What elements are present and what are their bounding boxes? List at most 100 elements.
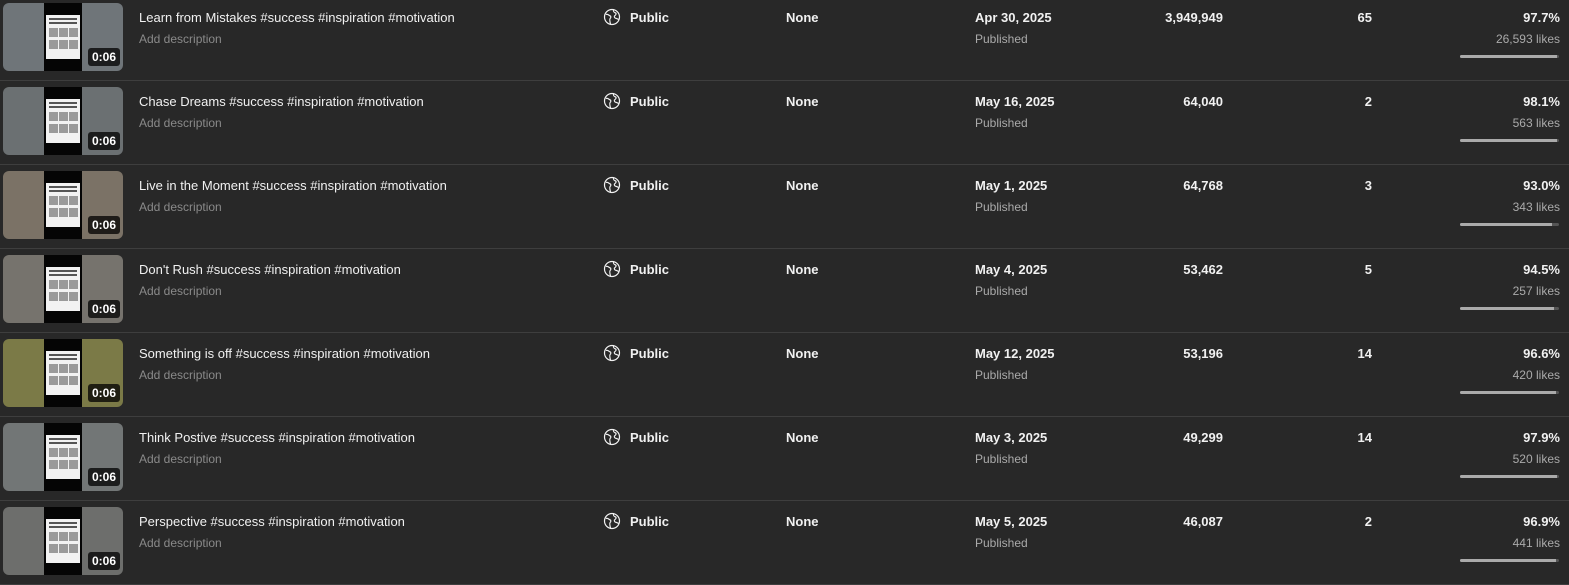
views-count: 49,299 xyxy=(1183,430,1223,445)
thumbnail-frame xyxy=(44,423,82,491)
publish-status: Published xyxy=(975,116,1028,130)
restrictions-value: None xyxy=(786,346,819,361)
publish-status: Published xyxy=(975,536,1028,550)
comments-count: 14 xyxy=(1357,430,1372,445)
add-description-link[interactable]: Add description xyxy=(139,367,222,383)
video-title[interactable]: Chase Dreams #success #inspiration #moti… xyxy=(139,94,424,110)
thumbnail-poster xyxy=(46,351,80,395)
visibility-label[interactable]: Public xyxy=(630,178,669,194)
publish-date: May 3, 2025 xyxy=(975,430,1048,445)
like-percentage: 97.9% xyxy=(1523,430,1560,445)
publish-status: Published xyxy=(975,284,1028,298)
video-row[interactable]: 0:06 Don't Rush #success #inspiration #m… xyxy=(0,249,1569,333)
thumbnail-poster xyxy=(46,99,80,143)
likes-count: 420 likes xyxy=(1512,368,1560,382)
video-duration: 0:06 xyxy=(87,384,120,402)
video-title[interactable]: Perspective #success #inspiration #motiv… xyxy=(139,514,405,530)
video-duration: 0:06 xyxy=(87,468,120,486)
thumbnail-poster xyxy=(46,183,80,227)
video-row[interactable]: 0:06 Learn from Mistakes #success #inspi… xyxy=(0,0,1569,81)
video-duration: 0:06 xyxy=(87,216,120,234)
add-description-link[interactable]: Add description xyxy=(139,535,222,551)
publish-status: Published xyxy=(975,32,1028,46)
video-title[interactable]: Think Postive #success #inspiration #mot… xyxy=(139,430,415,446)
publish-date: May 12, 2025 xyxy=(975,346,1055,361)
thumbnail-frame xyxy=(44,255,82,323)
likes-count: 26,593 likes xyxy=(1495,32,1560,46)
comments-count: 5 xyxy=(1364,262,1372,277)
video-row[interactable]: 0:06 Think Postive #success #inspiration… xyxy=(0,417,1569,501)
like-percentage: 97.7% xyxy=(1523,10,1560,25)
likes-count: 441 likes xyxy=(1512,536,1560,550)
like-ratio-bar xyxy=(1460,223,1559,226)
thumbnail-frame xyxy=(44,339,82,407)
like-percentage: 98.1% xyxy=(1523,94,1560,109)
like-ratio-fill xyxy=(1460,55,1557,58)
like-percentage: 96.6% xyxy=(1523,346,1560,361)
comments-count: 2 xyxy=(1364,94,1372,109)
add-description-link[interactable]: Add description xyxy=(139,451,222,467)
video-duration: 0:06 xyxy=(87,552,120,570)
video-thumbnail[interactable]: 0:06 xyxy=(3,3,123,71)
restrictions-value: None xyxy=(786,514,819,529)
restrictions-value: None xyxy=(786,10,819,25)
video-thumbnail[interactable]: 0:06 xyxy=(3,171,123,239)
globe-icon xyxy=(603,176,621,194)
publish-date: May 5, 2025 xyxy=(975,514,1048,529)
video-thumbnail[interactable]: 0:06 xyxy=(3,255,123,323)
video-table: 0:06 Learn from Mistakes #success #inspi… xyxy=(0,0,1569,585)
video-duration: 0:06 xyxy=(87,132,120,150)
globe-icon xyxy=(603,260,621,278)
likes-count: 520 likes xyxy=(1512,452,1560,466)
comments-count: 3 xyxy=(1364,178,1372,193)
publish-status: Published xyxy=(975,452,1028,466)
video-row[interactable]: 0:06 Perspective #success #inspiration #… xyxy=(0,501,1569,585)
globe-icon xyxy=(603,512,621,530)
visibility-label[interactable]: Public xyxy=(630,430,669,446)
comments-count: 65 xyxy=(1357,10,1372,25)
like-percentage: 94.5% xyxy=(1523,262,1560,277)
video-thumbnail[interactable]: 0:06 xyxy=(3,87,123,155)
like-ratio-bar xyxy=(1460,55,1559,58)
video-title[interactable]: Learn from Mistakes #success #inspiratio… xyxy=(139,10,455,26)
restrictions-value: None xyxy=(786,430,819,445)
globe-icon xyxy=(603,92,621,110)
video-thumbnail[interactable]: 0:06 xyxy=(3,423,123,491)
visibility-label[interactable]: Public xyxy=(630,10,669,26)
restrictions-value: None xyxy=(786,178,819,193)
video-row[interactable]: 0:06 Something is off #success #inspirat… xyxy=(0,333,1569,417)
add-description-link[interactable]: Add description xyxy=(139,199,222,215)
video-row[interactable]: 0:06 Chase Dreams #success #inspiration … xyxy=(0,81,1569,165)
views-count: 64,768 xyxy=(1183,178,1223,193)
views-count: 64,040 xyxy=(1183,94,1223,109)
like-ratio-bar xyxy=(1460,139,1559,142)
thumbnail-frame xyxy=(44,171,82,239)
video-title[interactable]: Something is off #success #inspiration #… xyxy=(139,346,430,362)
video-row[interactable]: 0:06 Live in the Moment #success #inspir… xyxy=(0,165,1569,249)
add-description-link[interactable]: Add description xyxy=(139,115,222,131)
thumbnail-frame xyxy=(44,507,82,575)
publish-status: Published xyxy=(975,368,1028,382)
visibility-label[interactable]: Public xyxy=(630,94,669,110)
like-ratio-fill xyxy=(1460,559,1556,562)
visibility-label[interactable]: Public xyxy=(630,514,669,530)
likes-count: 257 likes xyxy=(1512,284,1560,298)
restrictions-value: None xyxy=(786,262,819,277)
like-ratio-bar xyxy=(1460,475,1559,478)
like-ratio-fill xyxy=(1460,391,1556,394)
video-title[interactable]: Live in the Moment #success #inspiration… xyxy=(139,178,447,194)
thumbnail-frame xyxy=(44,3,82,71)
views-count: 46,087 xyxy=(1183,514,1223,529)
thumbnail-poster xyxy=(46,267,80,311)
likes-count: 563 likes xyxy=(1512,116,1560,130)
add-description-link[interactable]: Add description xyxy=(139,31,222,47)
comments-count: 2 xyxy=(1364,514,1372,529)
comments-count: 14 xyxy=(1357,346,1372,361)
add-description-link[interactable]: Add description xyxy=(139,283,222,299)
video-title[interactable]: Don't Rush #success #inspiration #motiva… xyxy=(139,262,401,278)
video-thumbnail[interactable]: 0:06 xyxy=(3,507,123,575)
views-count: 53,462 xyxy=(1183,262,1223,277)
visibility-label[interactable]: Public xyxy=(630,262,669,278)
visibility-label[interactable]: Public xyxy=(630,346,669,362)
video-thumbnail[interactable]: 0:06 xyxy=(3,339,123,407)
